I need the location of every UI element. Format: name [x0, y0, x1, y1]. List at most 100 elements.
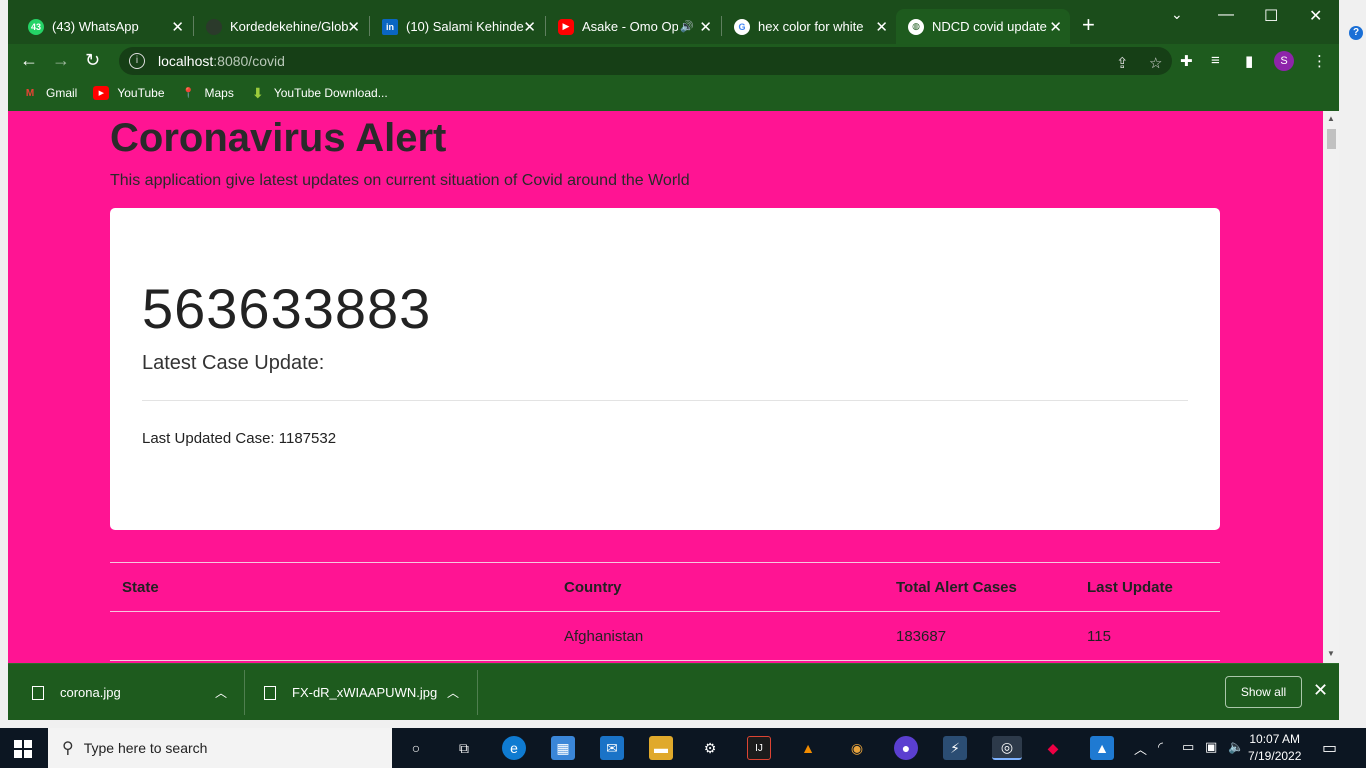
clock-time: 10:07 AM — [1249, 732, 1301, 746]
close-icon[interactable]: ✕ — [523, 18, 536, 36]
chevron-up-icon[interactable]: ︿ — [447, 684, 459, 701]
media-player-icon[interactable]: ◉ — [845, 736, 869, 760]
search-icon: ⚲ — [62, 740, 74, 757]
menu-icon[interactable]: ⋮ — [1312, 52, 1327, 70]
last-updated-case: Last Updated Case: 1187532 — [142, 430, 337, 447]
address-url: localhost:8080/covid — [158, 53, 285, 69]
bookmark-maps[interactable]: 📍 Maps — [181, 86, 234, 100]
tab-google[interactable]: G hex color for white - ✕ — [722, 9, 896, 44]
url-host: localhost — [158, 53, 214, 69]
file-explorer-icon[interactable]: ▬ — [649, 736, 673, 760]
extensions-icon[interactable]: ✚ — [1180, 52, 1193, 70]
site-info-icon[interactable]: i — [129, 53, 145, 69]
bookmark-star-icon[interactable]: ☆ — [1149, 54, 1162, 72]
file-icon — [32, 685, 44, 700]
close-icon[interactable]: ✕ — [875, 18, 888, 36]
bookmark-label: YouTube Download... — [273, 86, 388, 100]
audio-playing-icon[interactable]: 🔊 — [680, 20, 694, 33]
bookmark-label: Maps — [204, 86, 234, 100]
cell-total-alert-cases: 183687 — [884, 611, 1075, 661]
media-control-icon[interactable]: ≡ — [1211, 52, 1220, 69]
settings-gear-icon[interactable]: ⚙ — [698, 736, 722, 760]
url-path: :8080/covid — [213, 53, 285, 69]
address-bar[interactable]: i localhost:8080/covid ⇪ ☆ — [119, 47, 1172, 75]
minimize-button[interactable]: — — [1218, 6, 1234, 24]
git-icon[interactable]: ◆ — [1041, 736, 1065, 760]
close-downloads-bar-icon[interactable]: ✕ — [1313, 680, 1328, 701]
maps-icon: 📍 — [182, 87, 195, 99]
back-button[interactable]: ← — [20, 50, 38, 71]
close-window-button[interactable]: ✕ — [1309, 6, 1322, 26]
bookmark-youtube-download[interactable]: ⬇ YouTube Download... — [250, 84, 388, 101]
tab-search-icon[interactable]: ⌄ — [1171, 6, 1183, 23]
edge-icon[interactable]: e — [502, 736, 526, 760]
summary-card: 563633883 Latest Case Update: Last Updat… — [110, 208, 1220, 530]
close-icon[interactable]: ✕ — [171, 18, 184, 36]
tab-linkedin[interactable]: in (10) Salami Kehinde ✕ — [370, 9, 544, 44]
tab-github[interactable]: Kordedekehine/Glob ✕ — [194, 9, 368, 44]
power-plug-icon[interactable]: ▣ — [1205, 739, 1217, 755]
app-icon[interactable]: ● — [894, 736, 918, 760]
start-button[interactable] — [14, 740, 32, 758]
download-icon: ⬇ — [251, 84, 264, 101]
intellij-icon[interactable]: IJ — [747, 736, 771, 760]
search-placeholder: Type here to search — [83, 740, 208, 756]
youtube-icon: ▶ — [558, 18, 574, 35]
show-all-button[interactable]: Show all — [1225, 676, 1302, 708]
photos-icon[interactable]: ▲ — [1090, 736, 1114, 760]
terminal-icon[interactable]: ⚡ — [943, 736, 967, 760]
tab-title: (10) Salami Kehinde — [406, 19, 524, 34]
bookmark-label: Gmail — [46, 86, 78, 100]
network-icon[interactable]: ◜ — [1158, 739, 1163, 755]
side-panel-icon[interactable]: ▮ — [1245, 52, 1253, 70]
desktop-edge-right: ? — [1339, 0, 1366, 720]
page-subtitle: This application give latest updates on … — [110, 172, 690, 189]
close-icon[interactable]: ✕ — [1049, 18, 1062, 36]
close-icon[interactable]: ✕ — [347, 18, 360, 36]
taskbar-search[interactable]: ⚲ Type here to search — [48, 728, 392, 768]
download-filename: FX-dR_xWIAAPUWN.jpg — [292, 685, 438, 700]
mail-icon[interactable]: ✉ — [600, 736, 624, 760]
new-tab-button[interactable]: + — [1082, 12, 1095, 38]
tab-title: hex color for white - — [758, 19, 866, 34]
profile-avatar[interactable]: S — [1274, 51, 1294, 71]
header-total-alert-cases: Total Alert Cases — [884, 562, 1075, 612]
github-icon — [206, 18, 222, 35]
battery-icon[interactable]: ▭ — [1182, 739, 1194, 755]
forward-button[interactable]: → — [52, 50, 70, 71]
task-view-icon[interactable]: ⧉ — [452, 736, 476, 760]
notification-icon[interactable]: ▭ — [1322, 738, 1337, 758]
youtube-icon: ▶ — [93, 86, 110, 100]
page-scrollbar[interactable]: ▲ ▼ — [1323, 111, 1339, 663]
downloads-bar: corona.jpg ︿ FX-dR_xWIAAPUWN.jpg ︿ Show … — [8, 663, 1339, 720]
cortana-icon[interactable]: ○ — [404, 736, 428, 760]
vlc-icon[interactable]: ▲ — [796, 736, 820, 760]
bookmark-youtube[interactable]: ▶ YouTube — [93, 86, 165, 100]
close-icon[interactable]: ✕ — [699, 18, 712, 36]
header-last-update: Last Update — [1075, 562, 1220, 612]
tab-ndcd-covid[interactable]: ◍ NDCD covid update ✕ — [896, 9, 1070, 44]
chevron-up-icon[interactable]: ︿ — [1134, 739, 1147, 758]
store-icon[interactable]: ▦ — [551, 736, 575, 760]
volume-icon[interactable]: 🔈 — [1228, 739, 1244, 755]
bookmarks-bar: M Gmail ▶ YouTube 📍 Maps ⬇ YouTube Downl… — [8, 80, 1339, 106]
bookmark-gmail[interactable]: M Gmail — [22, 86, 78, 100]
chrome-icon[interactable]: ◎ — [992, 736, 1022, 760]
tab-youtube[interactable]: ▶ Asake - Omo Op 🔊 ✕ — [546, 9, 720, 44]
chevron-up-icon[interactable]: ︿ — [215, 684, 227, 701]
download-filename: corona.jpg — [60, 685, 121, 700]
reload-button[interactable]: ↻ — [85, 50, 100, 71]
scroll-up-icon[interactable]: ▲ — [1327, 114, 1335, 123]
download-item[interactable]: corona.jpg ︿ — [32, 664, 244, 721]
download-item[interactable]: FX-dR_xWIAAPUWN.jpg ︿ — [264, 664, 476, 721]
whatsapp-icon: 43 — [28, 18, 44, 35]
linkedin-icon: in — [382, 18, 398, 35]
scroll-down-icon[interactable]: ▼ — [1327, 649, 1335, 658]
tab-whatsapp[interactable]: 43 (43) WhatsApp ✕ — [16, 9, 192, 44]
desktop-gap — [0, 720, 1366, 728]
tab-strip: 43 (43) WhatsApp ✕ Kordedekehine/Glob ✕ … — [8, 0, 1339, 44]
system-clock[interactable]: 10:07 AM 7/19/2022 — [1248, 731, 1301, 765]
maximize-button[interactable]: ☐ — [1264, 6, 1278, 26]
share-icon[interactable]: ⇪ — [1116, 54, 1129, 72]
scrollbar-thumb[interactable] — [1327, 129, 1336, 149]
